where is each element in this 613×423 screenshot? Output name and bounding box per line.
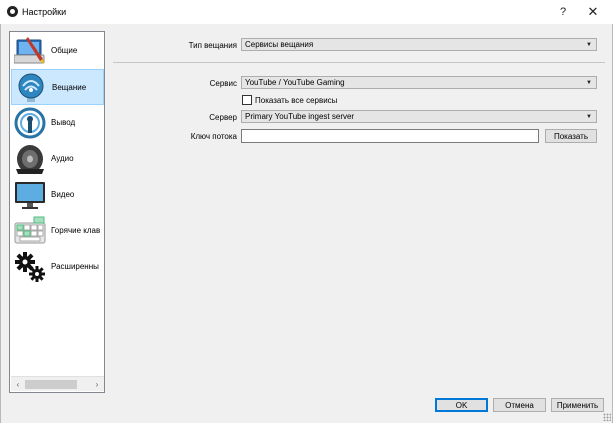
output-icon [13, 106, 47, 140]
stream-type-select[interactable]: Сервисы вещания ▼ [241, 38, 597, 51]
title-bar: Настройки ? ✕ [0, 0, 613, 24]
chevron-down-icon: ▼ [586, 79, 592, 86]
show-all-services-checkbox[interactable] [242, 95, 252, 105]
settings-category-list[interactable]: Общие Вещание Вывод Аудио Видео Горячие … [9, 31, 105, 393]
server-label: Сервер [209, 113, 237, 122]
sidebar-item-label: Горячие клав [51, 226, 101, 235]
window-title: Настройки [22, 7, 67, 17]
stream-key-input[interactable] [241, 129, 539, 143]
show-all-services-label[interactable]: Показать все сервисы [255, 96, 337, 105]
hotkeys-icon [13, 214, 47, 248]
close-button[interactable]: ✕ [578, 0, 608, 24]
window-frame-left [0, 24, 1, 423]
scroll-left-icon[interactable]: ‹ [12, 379, 24, 390]
scrollbar-thumb[interactable] [25, 380, 77, 389]
sidebar-item-label: Видео [51, 190, 75, 199]
sidebar-item-label: Общие [51, 46, 78, 55]
sidebar-item-audio[interactable]: Аудио [11, 141, 104, 177]
chevron-down-icon: ▼ [586, 41, 592, 48]
stream-type-label: Тип вещания [188, 41, 237, 50]
sidebar-item-output[interactable]: Вывод [11, 105, 104, 141]
broadcast-icon [14, 71, 48, 105]
sidebar-item-broadcast[interactable]: Вещание [11, 69, 104, 105]
ok-button[interactable]: OK [435, 398, 488, 412]
section-divider [113, 62, 605, 63]
sidebar-item-general[interactable]: Общие [11, 33, 104, 69]
sidebar-item-video[interactable]: Видео [11, 177, 104, 213]
server-value: Primary YouTube ingest server [245, 112, 355, 121]
service-value: YouTube / YouTube Gaming [245, 78, 345, 87]
sidebar-item-hotkeys[interactable]: Горячие клав [11, 213, 104, 249]
general-icon [13, 34, 47, 68]
sidebar-item-advanced[interactable]: Расширенны [11, 249, 104, 285]
resize-grip-icon[interactable] [603, 413, 611, 421]
video-icon [13, 178, 47, 212]
sidebar-item-label: Аудио [51, 154, 74, 163]
chevron-down-icon: ▼ [586, 113, 592, 120]
scroll-right-icon[interactable]: › [91, 379, 103, 390]
help-button[interactable]: ? [548, 0, 578, 24]
cancel-button[interactable]: Отмена [493, 398, 546, 412]
apply-button[interactable]: Применить [551, 398, 604, 412]
stream-key-label: Ключ потока [190, 132, 237, 141]
audio-icon [13, 142, 47, 176]
service-select[interactable]: YouTube / YouTube Gaming ▼ [241, 76, 597, 89]
sidebar-item-label: Расширенны [51, 262, 99, 271]
server-select[interactable]: Primary YouTube ingest server ▼ [241, 110, 597, 123]
service-label: Сервис [209, 79, 237, 88]
sidebar-item-label: Вывод [51, 118, 76, 127]
show-key-button[interactable]: Показать [545, 129, 597, 143]
stream-type-value: Сервисы вещания [245, 40, 314, 49]
sidebar-item-label: Вещание [52, 83, 87, 92]
sidebar-horizontal-scrollbar[interactable]: ‹ › [11, 376, 104, 391]
advanced-icon [13, 250, 47, 284]
obs-app-icon [7, 6, 18, 17]
